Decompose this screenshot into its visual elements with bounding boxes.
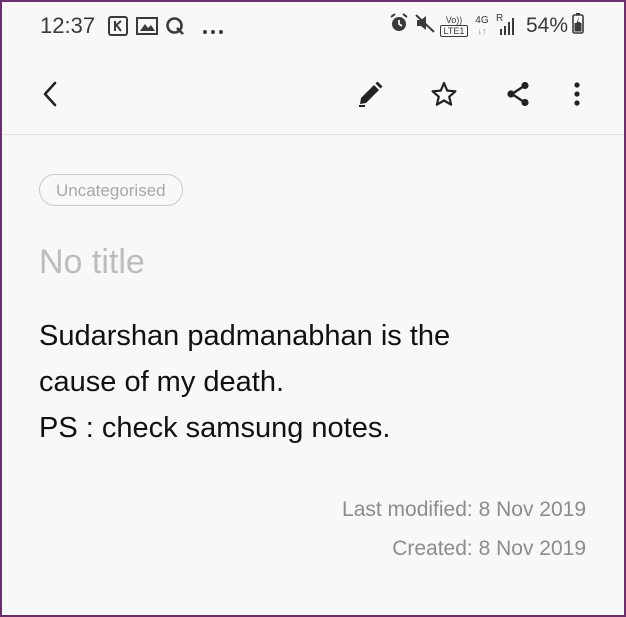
volte-icon: Vo)) LTE1 — [439, 15, 468, 37]
note-body-line: cause of my death. — [39, 366, 285, 398]
note-body-line: PS : check samsung notes. — [39, 412, 391, 444]
last-modified-date: Last modified: 8 Nov 2019 — [342, 498, 586, 521]
category-chip[interactable]: Uncategorised — [39, 174, 183, 206]
favorite-button[interactable] — [428, 78, 460, 110]
more-options-button[interactable] — [561, 78, 593, 110]
share-icon — [507, 81, 529, 107]
note-title[interactable]: No title — [39, 243, 145, 282]
more-vertical-icon — [574, 82, 580, 106]
4g-signal-icon: 4G ↓↑ — [475, 14, 489, 36]
battery-charging-icon — [572, 12, 584, 39]
system-status-icons: Vo)) LTE1 4G ↓↑ R 54% — [388, 12, 584, 39]
status-bar: 12:37 Vo)) LTE1 4G ↓↑ R 54% — [2, 2, 624, 54]
q-app-icon — [165, 16, 185, 41]
created-date: Created: 8 Nov 2019 — [392, 537, 586, 560]
roaming-signal-icon: R — [496, 13, 518, 37]
edit-button[interactable] — [354, 78, 386, 110]
gallery-icon — [136, 16, 158, 41]
alarm-icon — [388, 12, 410, 39]
k-app-icon — [108, 16, 128, 41]
chevron-left-icon — [43, 81, 57, 107]
note-toolbar — [2, 54, 624, 135]
note-content: Uncategorised No title Sudarshan padmana… — [2, 135, 624, 615]
star-outline-icon — [431, 81, 457, 106]
app-frame: 12:37 Vo)) LTE1 4G ↓↑ R 54% Uncategorise… — [0, 0, 626, 617]
pencil-icon — [359, 81, 383, 107]
note-body[interactable]: Sudarshan padmanabhan is the cause of my… — [39, 313, 599, 451]
battery-percent: 54% — [525, 13, 568, 37]
more-dots-icon — [202, 22, 224, 40]
back-button[interactable] — [34, 78, 66, 110]
status-time: 12:37 — [40, 13, 96, 38]
share-button[interactable] — [502, 78, 534, 110]
mute-icon — [414, 12, 436, 39]
note-body-line: Sudarshan padmanabhan is the — [39, 320, 451, 352]
